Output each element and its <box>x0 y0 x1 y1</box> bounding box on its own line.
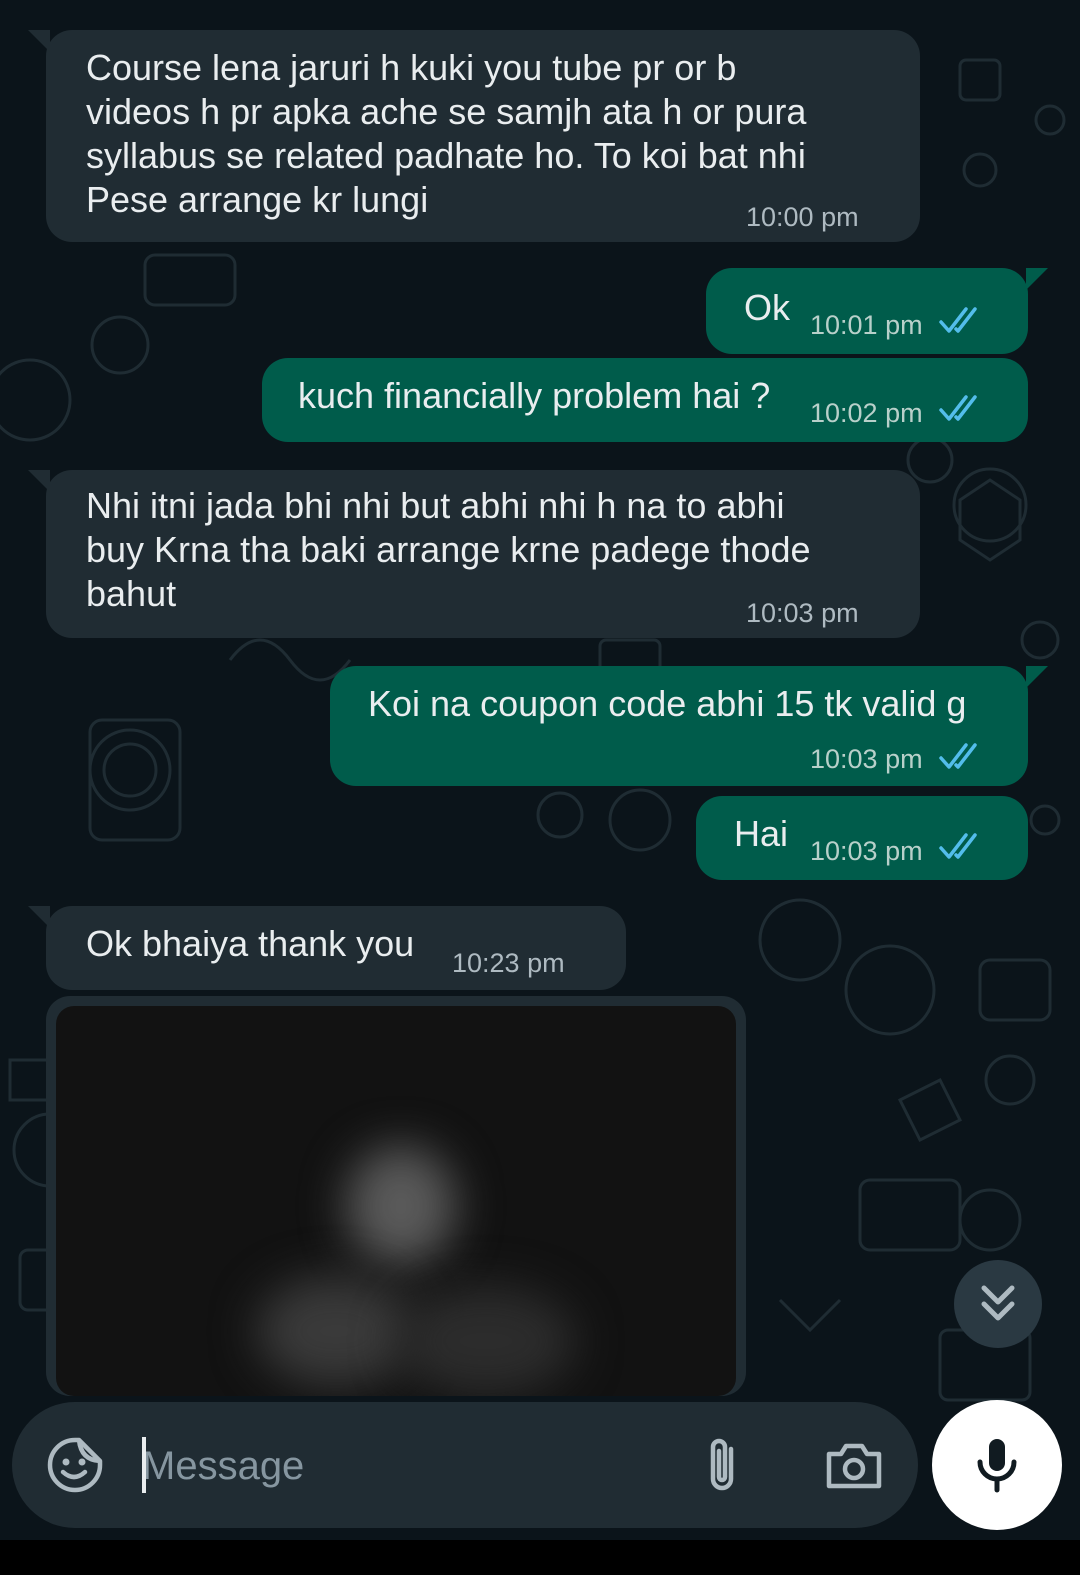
bubble-tail <box>1026 666 1048 688</box>
read-receipt-icon <box>939 743 977 769</box>
image-blur-shape <box>396 1286 576 1396</box>
bubble-tail <box>1026 268 1048 290</box>
message-time: 10:01 pm <box>810 310 923 340</box>
message-bubble-outgoing[interactable]: Hai 10:03 pm <box>696 796 1028 880</box>
message-composer <box>12 1402 918 1528</box>
attach-button[interactable] <box>692 1432 754 1498</box>
scroll-to-bottom-button[interactable] <box>954 1260 1042 1348</box>
image-blur-shape <box>256 1276 416 1386</box>
message-text: Koi na coupon code abhi 15 tk valid g <box>368 683 967 724</box>
image-message[interactable] <box>46 996 746 1396</box>
message-bubble-incoming[interactable]: Nhi itni jada bhi nhi but abhi nhi h na … <box>46 470 920 638</box>
message-text: Ok <box>744 287 791 328</box>
message-input[interactable] <box>142 1438 662 1494</box>
message-text: Hai <box>734 813 789 854</box>
message-bubble-outgoing[interactable]: kuch financially problem hai ? 10:02 pm <box>262 358 1028 442</box>
message-time: 10:03 pm <box>746 598 859 628</box>
message-bubble-outgoing[interactable]: Koi na coupon code abhi 15 tk valid g 10… <box>330 666 1028 786</box>
message-bubble-incoming[interactable]: Ok bhaiya thank you 10:23 pm <box>46 906 626 990</box>
bubble-tail <box>28 30 50 52</box>
message-time: 10:02 pm <box>810 398 923 428</box>
message-bubble-outgoing[interactable]: Ok 10:01 pm <box>706 268 1028 354</box>
paperclip-icon <box>710 1438 734 1491</box>
message-text: Ok bhaiya thank you <box>86 923 415 964</box>
message-bubble-incoming[interactable]: Course lena jaruri h kuki you tube pr or… <box>46 30 920 242</box>
message-time: 10:00 pm <box>746 202 859 232</box>
bubble-tail <box>28 906 50 928</box>
message-time: 10:03 pm <box>810 836 923 866</box>
message-text: Nhi itni jada bhi nhi but abhi nhi h na … <box>86 485 811 614</box>
image-blur-shape <box>346 1146 456 1266</box>
emoji-button[interactable] <box>42 1432 108 1498</box>
sticker-emoji-icon <box>47 1437 103 1493</box>
read-receipt-icon <box>939 395 977 421</box>
double-chevron-down-icon <box>981 1285 1015 1321</box>
read-receipt-icon <box>939 307 977 333</box>
message-time: 10:23 pm <box>452 948 565 978</box>
message-text: kuch financially problem hai ? <box>298 375 771 416</box>
microphone-icon <box>977 1439 1017 1493</box>
message-time: 10:03 pm <box>810 744 923 774</box>
blurred-image-preview[interactable] <box>56 1006 736 1396</box>
camera-icon <box>826 1443 882 1489</box>
bubble-tail <box>28 470 50 492</box>
read-receipt-icon <box>939 833 977 859</box>
camera-button[interactable] <box>820 1432 888 1498</box>
message-text: Course lena jaruri h kuki you tube pr or… <box>86 47 807 220</box>
text-cursor <box>142 1437 146 1493</box>
system-navigation-bar <box>0 1540 1080 1575</box>
voice-message-button[interactable] <box>932 1400 1062 1530</box>
